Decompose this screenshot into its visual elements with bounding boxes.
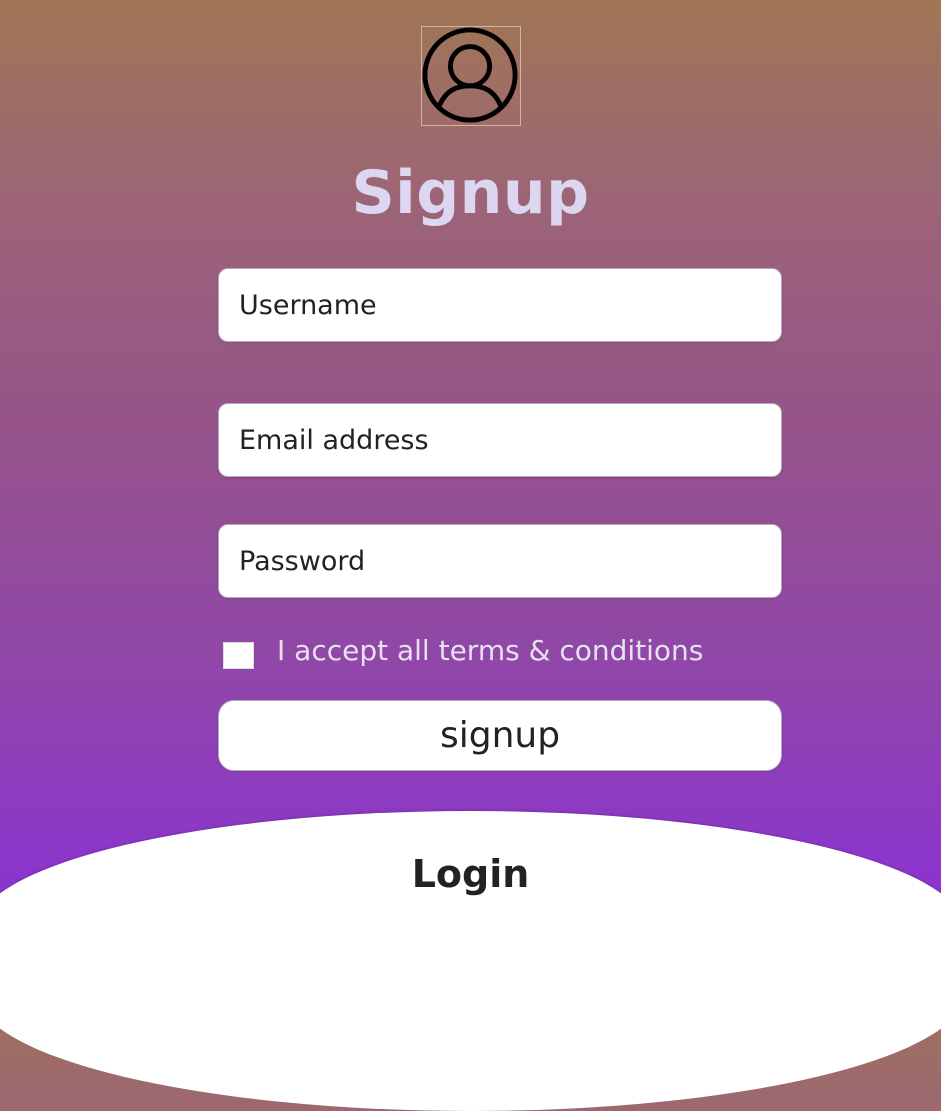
page-title: Signup: [351, 158, 590, 228]
username-field[interactable]: [218, 268, 782, 342]
signup-button[interactable]: signup: [218, 700, 782, 771]
user-circle-icon: [422, 27, 518, 123]
login-link[interactable]: Login: [0, 850, 941, 898]
password-field[interactable]: [218, 524, 782, 598]
terms-label: I accept all terms & conditions: [277, 634, 704, 667]
terms-checkbox[interactable]: [223, 642, 254, 669]
user-avatar: [421, 26, 521, 126]
email-field[interactable]: [218, 403, 782, 477]
